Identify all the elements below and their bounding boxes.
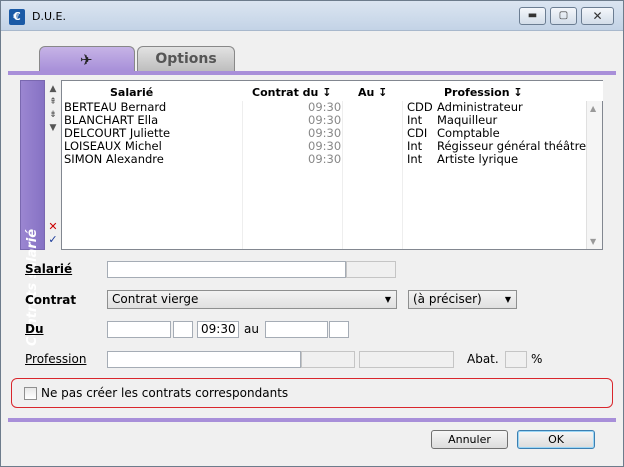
chevron-down-icon: ▼ — [384, 295, 391, 304]
no-create-contracts-label[interactable]: Ne pas créer les contrats correspondants — [41, 386, 288, 400]
move-down-icon[interactable]: ▼ — [48, 123, 58, 133]
maximize-button[interactable]: ▢ — [550, 7, 577, 25]
column-au[interactable]: Au ↧ — [358, 86, 387, 99]
move-top-icon[interactable]: ⇞ — [48, 97, 58, 107]
salarie-code-field — [346, 261, 396, 278]
du-label[interactable]: Du — [25, 322, 44, 336]
profession-code-field — [301, 351, 355, 368]
chevron-down-icon: ▼ — [504, 295, 511, 304]
tab-divider — [8, 71, 616, 75]
tab-options[interactable]: Options — [137, 46, 235, 72]
salarie-input[interactable] — [107, 261, 346, 278]
contracts-panel: Contrats salarié ▲ ⇞ ⇟ ▼ ✕ ✓ Salarié Con… — [20, 80, 604, 346]
profession-label[interactable]: Profession — [25, 352, 86, 366]
du-time-input[interactable]: 09:30 — [197, 321, 239, 338]
contrat-type-select[interactable]: (à préciser) ▼ — [408, 290, 517, 309]
create-contracts-group: Ne pas créer les contrats correspondants — [11, 378, 613, 408]
sidebar-label: Contrats salarié — [25, 228, 40, 346]
ok-button[interactable]: OK — [517, 430, 595, 449]
list-rows: BERTEAU Bernard 09:30 CDD Administrateur… — [62, 101, 586, 166]
window-title: D.U.E. — [32, 10, 66, 23]
salarie-label[interactable]: Salarié — [25, 262, 72, 276]
table-row[interactable]: SIMON Alexandre 09:30 Int Artiste lyriqu… — [62, 153, 586, 166]
list-header: Salarié Contrat du ↧ Au ↧ Profession ↧ — [62, 81, 603, 101]
profession-input[interactable] — [107, 351, 301, 368]
close-icon: ✕ — [592, 9, 603, 23]
du-calendar-field[interactable] — [173, 321, 193, 338]
du-date-input[interactable] — [107, 321, 171, 338]
move-up-icon[interactable]: ▲ — [48, 84, 58, 94]
column-salarie[interactable]: Salarié — [110, 86, 153, 99]
au-date-input[interactable] — [265, 321, 328, 338]
euro-app-icon: € — [9, 9, 25, 25]
column-profession[interactable]: Profession ↧ — [444, 86, 523, 99]
plane-icon: ✈ — [80, 51, 93, 69]
move-bottom-icon[interactable]: ⇟ — [48, 110, 58, 120]
validate-icon[interactable]: ✓ — [48, 233, 58, 246]
row-profession: Artiste lyrique — [437, 152, 519, 166]
sidebar-contracts: Contrats salarié — [20, 80, 45, 346]
list-scrollbar[interactable]: ▲ ▼ — [586, 101, 602, 249]
row-type: Int — [407, 152, 423, 166]
row-time: 09:30 — [308, 152, 342, 166]
row-name: SIMON Alexandre — [64, 152, 164, 166]
minimize-icon: ▬ — [527, 10, 538, 21]
au-label: au — [244, 322, 259, 336]
scroll-down-icon[interactable]: ▼ — [590, 237, 596, 246]
contracts-list[interactable]: Salarié Contrat du ↧ Au ↧ Profession ↧ B… — [61, 80, 603, 250]
minimize-button[interactable]: ▬ — [519, 7, 546, 25]
scroll-up-icon[interactable]: ▲ — [590, 104, 596, 113]
contrat-select-value: Contrat vierge — [112, 292, 199, 306]
title-bar: € D.U.E. ▬ ▢ ✕ — [1, 1, 623, 31]
abat-label: Abat. — [467, 352, 499, 366]
profession-extra-field — [359, 351, 454, 368]
percent-label: % — [531, 352, 543, 366]
maximize-icon: ▢ — [558, 10, 569, 21]
dialog-content: ✈ Options Contrats salarié ▲ ⇞ ⇟ ▼ ✕ ✓ S… — [8, 32, 616, 460]
abat-input[interactable] — [505, 351, 527, 368]
cancel-button[interactable]: Annuler — [431, 430, 508, 449]
contrat-label: Contrat — [25, 293, 77, 307]
column-contrat-du[interactable]: Contrat du ↧ — [252, 86, 331, 99]
contrat-type-value: (à préciser) — [413, 292, 482, 306]
close-button[interactable]: ✕ — [581, 7, 614, 25]
contrat-select[interactable]: Contrat vierge ▼ — [107, 290, 397, 309]
bottom-divider — [8, 418, 616, 422]
au-calendar-field[interactable] — [329, 321, 349, 338]
tab-strip: ✈ Options — [8, 32, 616, 72]
no-create-contracts-checkbox[interactable] — [24, 387, 37, 400]
tab-contracts[interactable]: ✈ — [39, 46, 135, 72]
due-window: € D.U.E. ▬ ▢ ✕ ✈ Options Contrats salari… — [0, 0, 624, 467]
delete-icon[interactable]: ✕ — [48, 220, 58, 233]
